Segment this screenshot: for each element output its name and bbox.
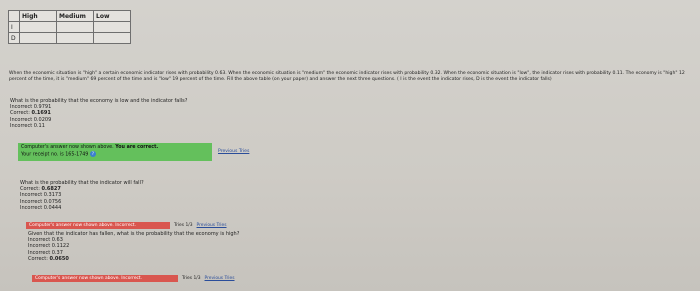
row-label-d: D — [8, 32, 20, 44]
receipt-help-icon[interactable]: ? — [89, 151, 96, 157]
cell-i-medium[interactable] — [56, 21, 94, 33]
q1-choice-4: Incorrect 0.11 — [10, 122, 45, 129]
homework-page: High Medium Low I D When the economic si… — [0, 0, 700, 291]
cell-d-high[interactable] — [19, 32, 57, 44]
q2-feedback-incorrect: Computer's answer now shown above. Incor… — [26, 222, 170, 229]
header-low: Low — [93, 10, 131, 22]
cell-d-medium[interactable] — [56, 32, 94, 44]
q1-feedback-correct: Computer's answer now shown above. You a… — [18, 143, 212, 161]
q3-tries: Tries 1/3 Previous Tries — [182, 276, 235, 281]
question-2: What is the probability that the indicat… — [20, 180, 144, 211]
q3-previous-tries-link[interactable]: Previous Tries — [205, 276, 235, 281]
cell-i-high[interactable] — [19, 21, 57, 33]
table-corner — [8, 10, 20, 22]
cell-d-low[interactable] — [93, 32, 131, 44]
header-medium: Medium — [56, 10, 94, 22]
q2-tries: Tries 1/3 Previous Tries — [174, 223, 227, 228]
problem-statement: When the economic situation is "high" a … — [9, 71, 685, 83]
q3-feedback-incorrect: Computer's answer now shown above. Incor… — [32, 275, 178, 282]
header-high: High — [19, 10, 57, 22]
q1-previous-tries-link[interactable]: Previous Tries — [218, 149, 249, 154]
question-1: What is the probability that the economy… — [10, 98, 187, 129]
q2-previous-tries-link[interactable]: Previous Tries — [197, 223, 227, 228]
probability-table: High Medium Low I D — [8, 10, 131, 44]
row-label-i: I — [8, 21, 20, 33]
q3-choice-4: Correct: 0.0650 — [28, 255, 69, 262]
cell-i-low[interactable] — [93, 21, 131, 33]
q2-choice-4: Incorrect 0.0444 — [20, 204, 62, 211]
question-3: Given that the indicator has fallen, wha… — [28, 231, 239, 262]
